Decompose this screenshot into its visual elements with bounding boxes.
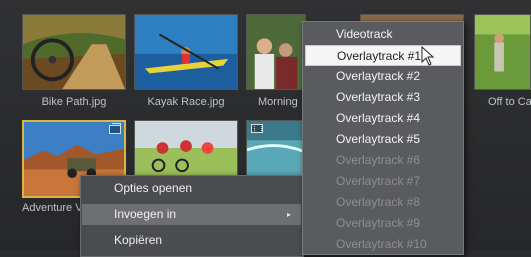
- menu-item-insert-into-label: Invoegen in: [114, 207, 177, 221]
- submenu-item-overlaytrack-8: Overlaytrack #8: [305, 192, 461, 213]
- menu-item-copy[interactable]: Kopiëren: [82, 230, 301, 251]
- submenu-item-label: Overlaytrack #4: [336, 111, 421, 125]
- submenu-item-overlaytrack-7: Overlaytrack #7: [305, 171, 461, 192]
- kayak-race-image: [135, 15, 237, 89]
- thumbnail-off-to-camp[interactable]: [474, 14, 531, 90]
- menu-item-options[interactable]: Opties openen: [82, 178, 301, 199]
- submenu-item-label: Overlaytrack #2: [336, 69, 421, 83]
- submenu-item-overlaytrack-9: Overlaytrack #9: [305, 213, 461, 234]
- submenu-item-overlaytrack-3[interactable]: Overlaytrack #3: [305, 87, 461, 108]
- submenu-item-overlaytrack-10: Overlaytrack #10: [305, 234, 461, 255]
- thumbnail-kayak-race[interactable]: [134, 14, 238, 90]
- thumbnail-bikers[interactable]: [134, 120, 238, 176]
- thumbnail-caption-off-to-camp: Off to Ca: [488, 96, 531, 108]
- submenu-item-overlaytrack-6: Overlaytrack #6: [305, 150, 461, 171]
- bike-path-image: [23, 15, 125, 89]
- thumbnail-caption-adventure: Adventure V: [22, 202, 83, 214]
- submenu-item-overlaytrack-1[interactable]: Overlaytrack #1: [305, 45, 461, 66]
- media-library-panel: Bike Path.jpg Kayak Race.jpg Morning Off…: [0, 0, 531, 257]
- film-icon: [251, 124, 263, 133]
- submenu-item-label: Overlaytrack #9: [336, 216, 421, 230]
- submenu-item-label: Overlaytrack #10: [336, 237, 427, 251]
- off-to-camp-image: [475, 15, 530, 89]
- submenu-item-videotrack[interactable]: Videotrack: [305, 24, 461, 45]
- submenu-arrow-icon: ▸: [286, 210, 291, 219]
- mouse-pointer-icon: [421, 46, 435, 66]
- insert-submenu: Videotrack Overlaytrack #1 Overlaytrack …: [302, 21, 464, 255]
- morning-image: [247, 15, 305, 89]
- overlay-stack-icon: [109, 123, 121, 134]
- thumbnail-caption-kayak-race: Kayak Race.jpg: [147, 96, 225, 108]
- menu-item-copy-label: Kopiëren: [114, 233, 163, 247]
- thumbnail-river[interactable]: [246, 120, 306, 176]
- submenu-item-overlaytrack-2[interactable]: Overlaytrack #2: [305, 66, 461, 87]
- bikers-image: [135, 121, 237, 175]
- submenu-item-overlaytrack-4[interactable]: Overlaytrack #4: [305, 108, 461, 129]
- submenu-item-label: Overlaytrack #5: [336, 132, 421, 146]
- thumbnail-caption-bike-path: Bike Path.jpg: [41, 96, 107, 108]
- submenu-item-overlaytrack-5[interactable]: Overlaytrack #5: [305, 129, 461, 150]
- thumbnail-caption-morning: Morning: [258, 96, 298, 108]
- submenu-item-label: Overlaytrack #7: [336, 174, 421, 188]
- context-menu: Opties openen Invoegen in ▸ Kopiëren: [80, 175, 304, 257]
- thumbnail-bike-path[interactable]: [22, 14, 126, 90]
- submenu-item-label: Overlaytrack #3: [336, 90, 421, 104]
- menu-item-insert-into[interactable]: Invoegen in ▸: [82, 204, 301, 225]
- menu-item-options-label: Opties openen: [114, 181, 193, 195]
- submenu-item-label: Videotrack: [336, 27, 393, 41]
- submenu-item-label: Overlaytrack #8: [336, 195, 421, 209]
- submenu-item-label: Overlaytrack #1: [337, 49, 422, 63]
- thumbnail-morning[interactable]: [246, 14, 306, 90]
- submenu-item-label: Overlaytrack #6: [336, 153, 421, 167]
